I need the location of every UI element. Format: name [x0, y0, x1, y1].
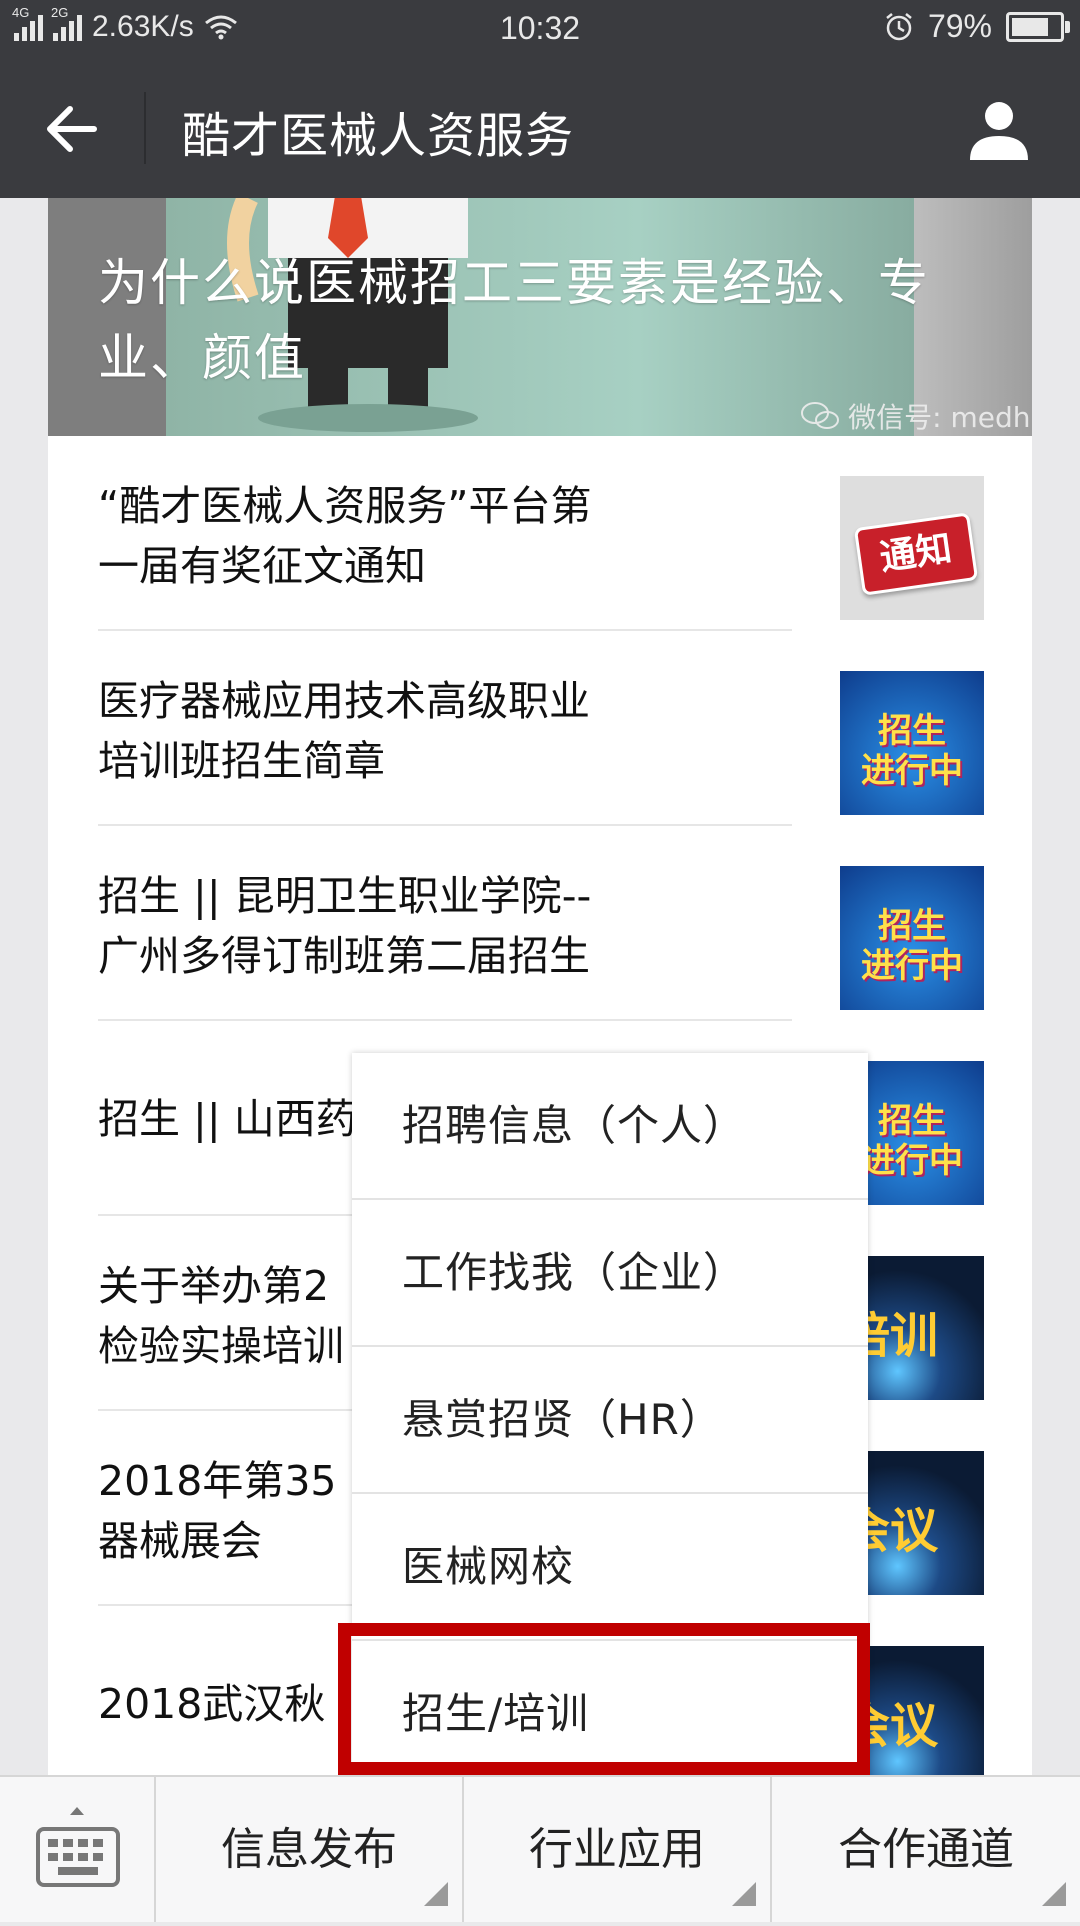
banner-title: 为什么说医械招工三要素是经验、专业、颜值 — [98, 254, 930, 387]
article-thumbnail: 招生 进行中 — [840, 866, 984, 1010]
page-title: 酷才医械人资服务 — [182, 108, 575, 164]
submenu-popup: 招聘信息（个人） 工作找我（企业） 悬赏招贤（HR） 医械网校 招生/培训 — [352, 1053, 868, 1777]
header-divider — [144, 92, 146, 164]
thumb-text-bottom: 进行中 — [861, 946, 963, 986]
status-bar: 4G 2G 2.63K/s 10:32 79% — [0, 0, 1080, 58]
person-icon — [970, 102, 1028, 160]
watermark-text: 微信号: medhr — [848, 401, 1032, 434]
list-item[interactable]: “酷才医械人资服务”平台第一届有奖征文通知 通知 — [48, 436, 1032, 631]
article-thumbnail: 通知 — [840, 476, 984, 620]
alarm-icon — [886, 12, 912, 40]
menu-item-reward-hr[interactable]: 悬赏招贤（HR） — [352, 1345, 868, 1492]
article-title: 医疗器械应用技术高级职业培训班招生简章 — [98, 677, 590, 785]
list-item[interactable]: 招生 || 昆明卫生职业学院--广州多得订制班第二届招生 招生 进行中 — [48, 826, 1032, 1021]
battery-icon — [1006, 11, 1070, 42]
wechat-icon — [801, 402, 840, 429]
article-title: 招生 || 昆明卫生职业学院--广州多得订制班第二届招生 — [98, 872, 592, 980]
tab-cooperation[interactable]: 合作通道 — [772, 1777, 1080, 1922]
back-button[interactable] — [40, 96, 106, 162]
thumb-text-bottom: 进行中 — [861, 751, 963, 791]
tab-label: 行业应用 — [529, 1824, 705, 1875]
menu-item-recruit-individual[interactable]: 招聘信息（个人） — [352, 1053, 868, 1198]
keyboard-toggle-button[interactable] — [0, 1777, 156, 1922]
keyboard-icon — [36, 1807, 120, 1887]
submenu-indicator-icon — [424, 1882, 448, 1906]
article-title: “酷才医械人资服务”平台第一届有奖征文通知 — [98, 482, 592, 590]
status-right: 79% — [884, 8, 1070, 45]
submenu-indicator-icon — [1042, 1882, 1066, 1906]
menu-item-enrollment-training[interactable]: 招生/培训 — [352, 1639, 868, 1786]
menu-item-job-enterprise[interactable]: 工作找我（企业） — [352, 1198, 868, 1345]
article-thumbnail: 招生 进行中 — [840, 671, 984, 815]
tab-label: 信息发布 — [221, 1824, 397, 1875]
tab-label: 合作通道 — [838, 1824, 1014, 1875]
bottom-menu-bar: 信息发布 行业应用 合作通道 — [0, 1775, 1080, 1922]
tab-info-publish[interactable]: 信息发布 — [156, 1777, 464, 1922]
battery-percent: 79% — [927, 8, 992, 44]
app-header: 酷才医械人资服务 — [0, 58, 1080, 198]
list-item[interactable]: 医疗器械应用技术高级职业培训班招生简章 招生 进行中 — [48, 631, 1032, 826]
profile-button[interactable] — [966, 96, 1032, 162]
menu-item-online-school[interactable]: 医械网校 — [352, 1492, 868, 1639]
wechat-watermark: 微信号: medhr — [800, 396, 1032, 436]
submenu-indicator-icon — [732, 1882, 756, 1906]
notice-sign: 通知 — [853, 512, 979, 596]
tab-industry-apps[interactable]: 行业应用 — [464, 1777, 772, 1922]
banner-article[interactable]: 为什么说医械招工三要素是经验、专业、颜值 微信号: medhr — [48, 198, 1032, 436]
back-arrow-icon — [47, 106, 97, 152]
